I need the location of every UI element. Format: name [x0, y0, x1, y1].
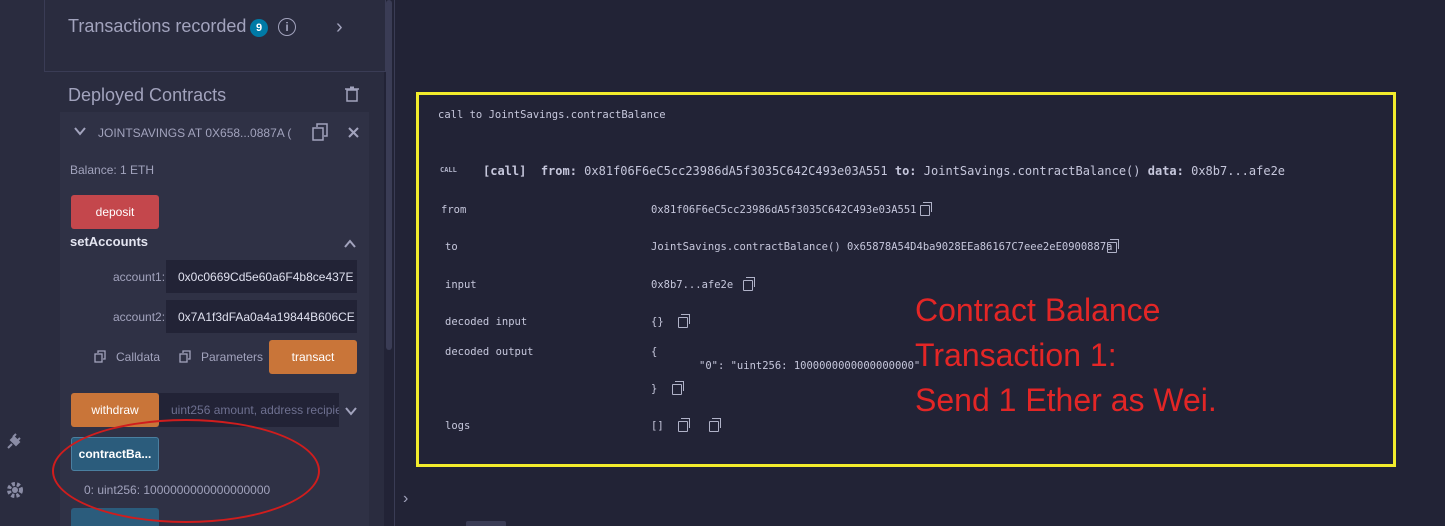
input-value: 0x8b7...afe2e [651, 279, 734, 291]
to-label: to [445, 241, 458, 253]
decoded-output-open: { [651, 346, 658, 358]
copy-logs-raw-icon[interactable] [709, 418, 721, 432]
panel-divider[interactable] [394, 0, 395, 526]
copy-input-icon[interactable] [743, 277, 755, 291]
from-label: from [441, 204, 467, 216]
copy-decoded-input-icon[interactable] [678, 314, 690, 328]
annotation-line-3: Send 1 Ether as Wei. [915, 382, 1217, 418]
call-data-key: data: [1147, 164, 1184, 178]
log-header: call to JointSavings.contractBalance [438, 109, 666, 121]
account1-label: account1: [113, 270, 166, 284]
plugin-icon[interactable] [4, 430, 26, 452]
logs-value: [] [651, 420, 664, 432]
calldata-button[interactable]: Calldata [116, 350, 160, 364]
icon-rail [0, 0, 44, 526]
panel-scrollbar[interactable] [386, 0, 392, 350]
contract-address-label: JOINTSAVINGS AT 0X658...0887A ( [98, 126, 292, 140]
copy-to-icon[interactable] [1107, 239, 1119, 253]
transactions-recorded-section[interactable]: Transactions recorded 9 i › [44, 0, 386, 72]
account1-input[interactable]: 0x0c0669Cd5e60a6F4b8ce437E [166, 260, 357, 293]
to-value: JointSavings.contractBalance() 0x65878A5… [651, 241, 1113, 253]
close-instance-icon[interactable] [348, 125, 359, 143]
contract-balance-text: Balance: 1 ETH [70, 163, 155, 177]
decoded-input-label: decoded input [445, 316, 528, 328]
terminal-resize-handle[interactable] [466, 521, 506, 526]
transactions-count-badge: 9 [250, 19, 268, 37]
account2-label: account2: [113, 310, 166, 324]
settings-gear-icon[interactable] [4, 479, 26, 501]
decoded-output-close: } [651, 383, 658, 395]
info-icon[interactable]: i [278, 18, 296, 36]
call-data-value: 0x8b7...afe2e [1191, 164, 1286, 178]
from-value: 0x81f06F6eC5cc23986dA5f3035C642C493e03A5… [651, 204, 917, 216]
copy-logs-icon[interactable] [678, 418, 690, 432]
input-label: input [445, 279, 477, 291]
chevron-right-icon[interactable]: › [336, 16, 343, 39]
annotation-line-1: Contract Balance [915, 292, 1161, 328]
terminal-prompt-icon[interactable]: › [403, 490, 408, 508]
deposit-button[interactable]: deposit [71, 195, 159, 229]
decoded-output-body: "0": "uint256: 1000000000000000000" [699, 360, 921, 372]
call-from-value: 0x81f06F6eC5cc23986dA5f3035C642C493e03A5… [584, 164, 888, 178]
terminal-log-entry: call to JointSavings.contractBalance CAL… [416, 92, 1396, 467]
annotation-ellipse [52, 419, 320, 523]
decoded-input-value: {} [651, 316, 664, 328]
call-kind: [call] [483, 164, 527, 178]
set-accounts-title: setAccounts [70, 234, 149, 249]
annotation-line-2: Transaction 1: [915, 337, 1117, 373]
trash-icon[interactable] [345, 86, 359, 107]
annotation-text: Contract Balance Transaction 1: Send 1 E… [915, 288, 1217, 423]
chevron-up-icon[interactable] [344, 236, 356, 254]
withdraw-expand-chevron-icon[interactable] [345, 403, 357, 421]
call-summary-line[interactable]: [call] from: 0x81f06F6eC5cc23986dA5f3035… [483, 164, 1285, 178]
copy-address-icon[interactable] [312, 123, 328, 146]
copy-from-icon[interactable] [920, 202, 932, 216]
deployed-contracts-title: Deployed Contracts [68, 85, 227, 105]
call-to-value: JointSavings.contractBalance() [923, 164, 1141, 178]
transactions-recorded-title: Transactions recorded [68, 16, 247, 36]
call-tag: CALL [440, 166, 457, 174]
logs-label: logs [445, 420, 471, 432]
copy-decoded-output-icon[interactable] [672, 381, 684, 395]
transact-button[interactable]: transact [269, 340, 357, 374]
chevron-down-icon[interactable] [74, 123, 86, 139]
parameters-button[interactable]: Parameters [201, 350, 263, 364]
call-from-key: from: [540, 164, 577, 178]
decoded-output-label: decoded output [445, 346, 534, 358]
account2-input[interactable]: 0x7A1f3dFAa0a4a19844B606CE [166, 300, 357, 333]
calldata-copy-icon[interactable] [94, 350, 106, 368]
call-to-key: to: [894, 164, 917, 178]
parameters-copy-icon[interactable] [179, 350, 191, 368]
